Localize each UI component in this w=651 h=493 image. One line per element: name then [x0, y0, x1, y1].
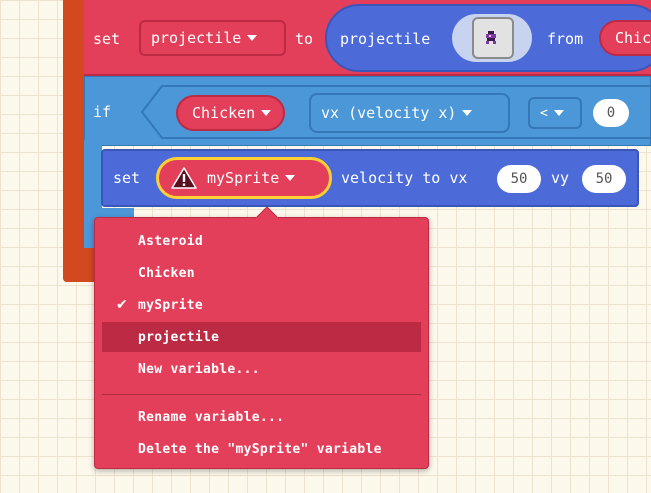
variable-dropdown-label: projectile [151, 29, 242, 47]
chevron-down-icon [462, 110, 473, 116]
set-velocity-label: set [113, 169, 141, 187]
menu-divider [102, 394, 421, 395]
sprite-dropdown-chicken-label: Chicken [192, 104, 256, 122]
menu-item-mysprite[interactable]: ✔ mySprite [102, 290, 421, 320]
from-sprite-dropdown[interactable]: Chic [599, 20, 651, 56]
compare-value-input[interactable]: 0 [593, 99, 629, 127]
chevron-down-icon [247, 35, 258, 41]
variable-dropdown-menu: Asteroid Chicken ✔ mySprite projectile N… [94, 217, 429, 469]
property-dropdown-label: vx (velocity x) [321, 104, 457, 122]
menu-item-asteroid[interactable]: Asteroid [102, 226, 421, 256]
sprite-dropdown-mysprite[interactable]: mySprite [156, 157, 332, 199]
vy-input[interactable]: 50 [582, 165, 626, 193]
chevron-down-icon [285, 175, 296, 181]
menu-item-new-variable[interactable]: New variable... [102, 354, 421, 384]
chevron-down-icon [553, 110, 564, 116]
sprite-dropdown-chicken[interactable]: Chicken [176, 95, 286, 131]
if-label: if [93, 103, 112, 121]
vx-input[interactable]: 50 [497, 165, 541, 193]
menu-item-chicken[interactable]: Chicken [102, 258, 421, 288]
dropdown-pointer [255, 206, 279, 219]
vy-label: vy [551, 169, 570, 187]
variable-dropdown-projectile[interactable]: projectile [139, 20, 286, 56]
menu-item-projectile[interactable]: projectile [102, 322, 421, 352]
sprite-image-icon [486, 31, 496, 44]
property-dropdown[interactable]: vx (velocity x) [309, 93, 510, 133]
menu-item-rename-variable[interactable]: Rename variable... [102, 402, 421, 432]
operator-dropdown[interactable]: < [528, 97, 582, 129]
check-icon: ✔ [116, 297, 129, 313]
operator-dropdown-label: < [540, 105, 548, 121]
chevron-down-icon [261, 110, 272, 116]
velocity-label: velocity to vx [341, 169, 468, 187]
projectile-label: projectile [340, 30, 431, 48]
sprite-dropdown-mysprite-label: mySprite [207, 169, 280, 187]
to-label: to [295, 30, 314, 48]
menu-item-delete-variable[interactable]: Delete the "mySprite" variable [102, 434, 421, 464]
from-label: from [547, 30, 584, 48]
from-sprite-label: Chic [615, 29, 651, 47]
warning-icon [171, 167, 197, 189]
set-label: set [93, 30, 121, 48]
